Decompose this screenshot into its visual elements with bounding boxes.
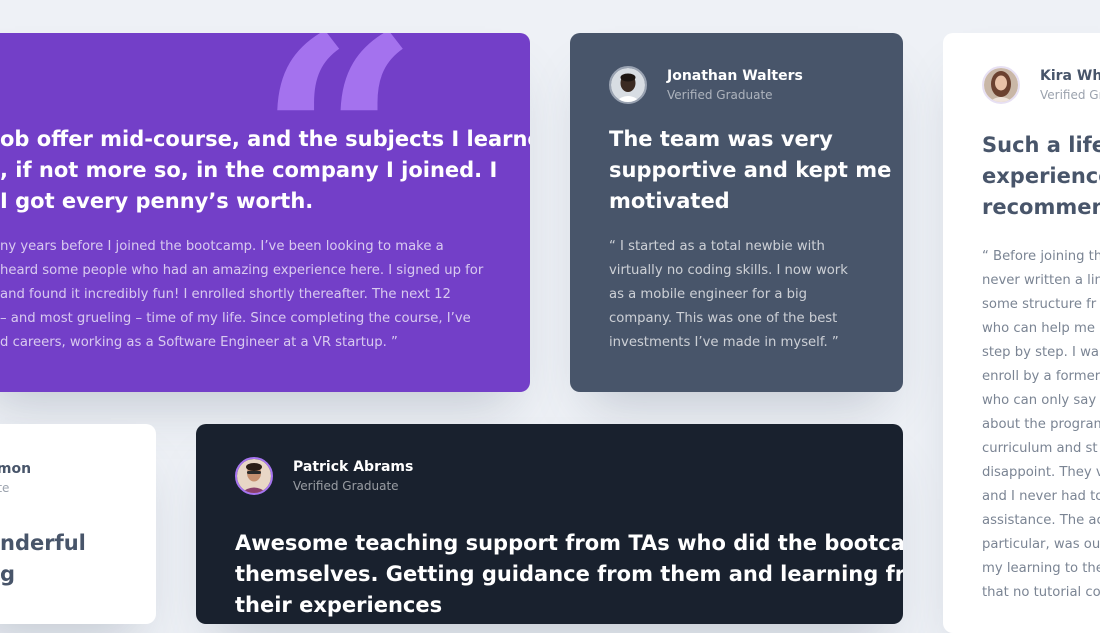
- body-line: who can help me l: [982, 321, 1100, 336]
- body-line: particular, was ou: [982, 537, 1100, 552]
- testimonial-card-purple: “ rd ate ob offer mid-course, and the su…: [0, 33, 530, 392]
- author-role: Verified Grad: [1040, 88, 1100, 102]
- headline-line: supportive and kept me: [609, 158, 892, 182]
- body-line: ny years before I joined the bootcamp. I…: [0, 239, 444, 254]
- author-role: Verified Graduate: [667, 88, 773, 102]
- author-name: rmon: [0, 461, 32, 477]
- body-line: d careers, working as a Software Enginee…: [0, 335, 398, 350]
- avatar: [982, 66, 1020, 104]
- body-line: and I never had to: [982, 489, 1100, 504]
- author-name: Kira Whit: [1040, 68, 1100, 84]
- body-line: – and most grueling – time of my life. S…: [0, 311, 471, 326]
- body-line: company. This was one of the best: [609, 311, 838, 326]
- testimonial-headline: nderful g: [0, 528, 86, 590]
- author-name: Patrick Abrams: [293, 459, 414, 475]
- testimonial-headline: Such a life- experience recommend: [982, 130, 1100, 223]
- body-line: my learning to the: [982, 561, 1100, 576]
- body-line: about the program: [982, 417, 1100, 432]
- headline-line: Awesome teaching support from TAs who di…: [235, 531, 903, 555]
- testimonial-body: “ I started as a total newbie with virtu…: [609, 235, 848, 355]
- body-line: disappoint. They v: [982, 465, 1100, 480]
- body-line: enroll by a former: [982, 369, 1100, 384]
- headline-line: g: [0, 562, 16, 586]
- headline-line: motivated: [609, 189, 730, 213]
- headline-line: recommend: [982, 195, 1100, 219]
- headline-line: The team was very: [609, 127, 833, 151]
- body-line: who can only say: [982, 393, 1097, 408]
- headline-line: Such a life-: [982, 133, 1100, 157]
- avatar-image: [611, 68, 645, 102]
- avatar: [235, 457, 273, 495]
- testimonial-card-dark: Patrick Abrams Verified Graduate Awesome…: [196, 424, 903, 624]
- author-role: ate: [0, 481, 10, 495]
- avatar: [609, 66, 647, 104]
- testimonial-card-gray: Jonathan Walters Verified Graduate The t…: [570, 33, 903, 392]
- testimonial-headline: The team was very supportive and kept me…: [609, 124, 891, 217]
- testimonial-body: “ Before joining th never written a lin …: [982, 245, 1100, 605]
- body-line: and found it incredibly fun! I enrolled …: [0, 287, 451, 302]
- body-line: that no tutorial co: [982, 585, 1100, 600]
- headline-line: , if not more so, in the company I joine…: [0, 158, 498, 182]
- body-line: “ I started as a total newbie with: [609, 239, 825, 254]
- body-line: as a mobile engineer for a big: [609, 287, 808, 302]
- headline-line: ob offer mid-course, and the subjects I …: [0, 127, 530, 151]
- avatar-image: [984, 68, 1018, 102]
- author-role: Verified Graduate: [293, 479, 399, 493]
- author-block: rmon ate: [0, 459, 31, 497]
- author-name: Jonathan Walters: [667, 68, 803, 84]
- avatar-image: [237, 459, 271, 493]
- body-line: step by step. I wa: [982, 345, 1099, 360]
- body-line: “ Before joining th: [982, 249, 1100, 264]
- author-block: Jonathan Walters Verified Graduate: [609, 66, 803, 104]
- body-line: investments I’ve made in myself. ”: [609, 335, 839, 350]
- body-line: never written a lin: [982, 273, 1100, 288]
- testimonial-card-white-right: Kira Whit Verified Grad Such a life- exp…: [943, 33, 1100, 633]
- testimonial-headline: Awesome teaching support from TAs who di…: [235, 528, 903, 621]
- headline-line: experience: [982, 164, 1100, 188]
- headline-line: their experiences: [235, 593, 443, 617]
- body-line: some structure fr: [982, 297, 1097, 312]
- headline-line: nderful: [0, 531, 86, 555]
- author-block: Patrick Abrams Verified Graduate: [235, 457, 413, 495]
- testimonial-body: ny years before I joined the bootcamp. I…: [0, 235, 483, 355]
- body-line: heard some people who had an amazing exp…: [0, 263, 484, 278]
- body-line: assistance. The ac: [982, 513, 1100, 528]
- body-line: curriculum and st: [982, 441, 1098, 456]
- author-block: Kira Whit Verified Grad: [982, 66, 1100, 104]
- testimonial-card-white-left: rmon ate nderful g: [0, 424, 156, 624]
- testimonial-headline: ob offer mid-course, and the subjects I …: [0, 124, 530, 217]
- headline-line: themselves. Getting guidance from them a…: [235, 562, 903, 586]
- body-line: virtually no coding skills. I now work: [609, 263, 848, 278]
- headline-line: I got every penny’s worth.: [0, 189, 314, 213]
